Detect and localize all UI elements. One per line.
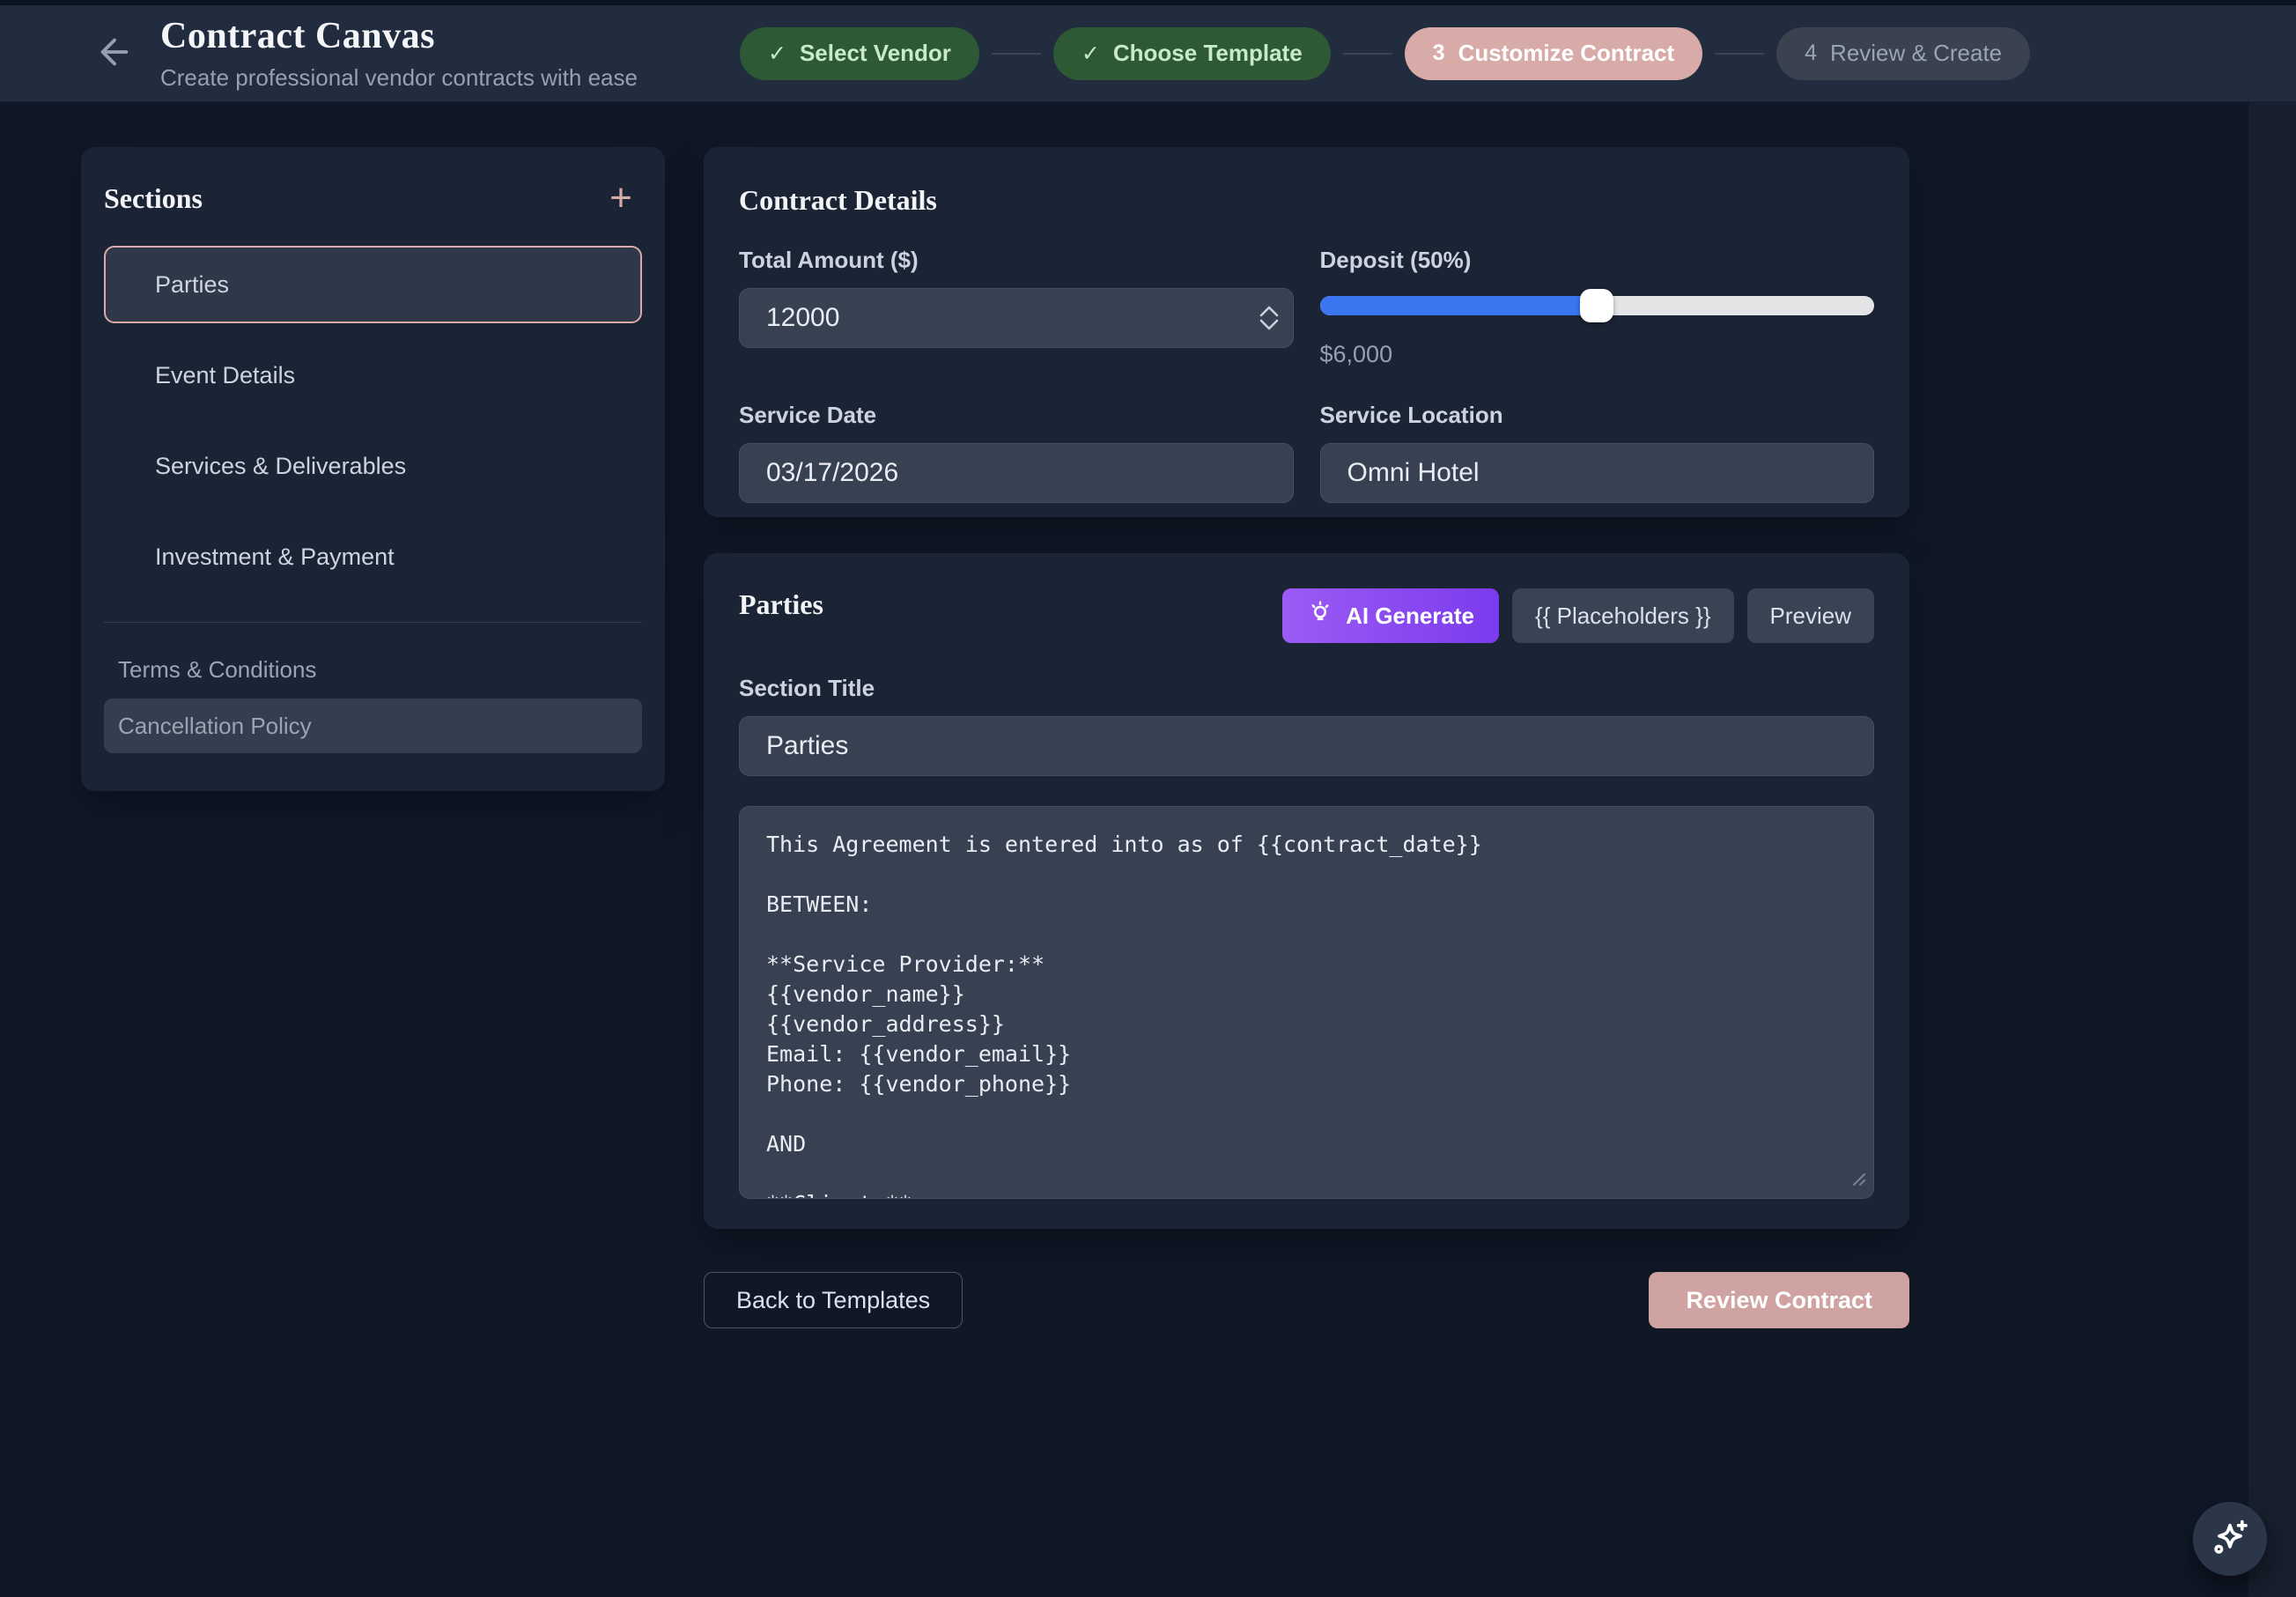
sidebar-item-terms-conditions[interactable]: Terms & Conditions [104, 646, 642, 693]
sidebar-title: Sections [104, 182, 203, 215]
total-amount-input[interactable] [739, 288, 1294, 348]
slider-thumb[interactable] [1580, 289, 1613, 322]
deposit-field: Deposit (50%) $6,000 [1320, 247, 1875, 368]
progress-stepper: ✓ Select Vendor ✓ Choose Template 3 Cust… [740, 27, 2030, 80]
slider-track[interactable] [1320, 296, 1875, 315]
sidebar-item-cancellation-policy[interactable]: Cancellation Policy [104, 699, 642, 753]
add-section-button[interactable]: + [602, 179, 640, 218]
section-title-label: Section Title [739, 675, 1874, 702]
scrollbar-gutter[interactable] [2248, 102, 2296, 1597]
arrow-left-icon [94, 32, 135, 75]
page-subtitle: Create professional vendor contracts wit… [160, 64, 689, 92]
section-content-textarea[interactable]: This Agreement is entered into as of {{c… [739, 806, 1874, 1199]
step-number: 3 [1433, 41, 1445, 66]
plus-icon: + [609, 176, 632, 219]
step-connector [992, 53, 1041, 55]
sidebar-item-label: Terms & Conditions [118, 656, 316, 684]
step-connector [1715, 53, 1764, 55]
sections-sidebar: Sections + Parties Event Details Service… [81, 147, 665, 791]
step-customize-contract[interactable]: 3 Customize Contract [1405, 27, 1702, 80]
service-location-input[interactable] [1320, 443, 1875, 503]
check-icon: ✓ [768, 41, 786, 67]
total-amount-field: Total Amount ($) [739, 247, 1294, 368]
chevron-down-icon [1259, 319, 1280, 330]
page-title: Contract Canvas [160, 15, 689, 57]
chevron-up-icon [1259, 306, 1280, 317]
sidebar-item-label: Event Details [155, 362, 295, 389]
contract-details-title: Contract Details [739, 184, 1874, 217]
sidebar-item-services-deliverables[interactable]: Services & Deliverables [104, 427, 642, 505]
number-stepper[interactable] [1259, 306, 1280, 330]
step-number: 4 [1805, 41, 1817, 66]
preview-label: Preview [1770, 603, 1851, 630]
sidebar-item-label: Parties [155, 271, 229, 299]
sidebar-item-investment-payment[interactable]: Investment & Payment [104, 518, 642, 595]
contract-details-card: Contract Details Total Amount ($) Deposi… [704, 147, 1909, 517]
deposit-slider[interactable] [1320, 288, 1875, 323]
ai-generate-button[interactable]: AI Generate [1282, 588, 1499, 643]
step-review-create[interactable]: 4 Review & Create [1776, 27, 2030, 80]
placeholders-label: {{ Placeholders }} [1535, 603, 1711, 630]
deposit-amount: $6,000 [1320, 341, 1875, 368]
ai-generate-label: AI Generate [1346, 603, 1474, 630]
sidebar-item-label: Services & Deliverables [155, 453, 406, 480]
check-icon: ✓ [1082, 41, 1100, 67]
step-select-vendor[interactable]: ✓ Select Vendor [740, 27, 979, 80]
step-label: Select Vendor [800, 40, 951, 67]
service-date-field: Service Date [739, 402, 1294, 503]
section-editor-title: Parties [739, 588, 823, 621]
sidebar-item-event-details[interactable]: Event Details [104, 336, 642, 414]
lightbulb-icon [1307, 600, 1333, 632]
step-choose-template[interactable]: ✓ Choose Template [1053, 27, 1331, 80]
deposit-label: Deposit (50%) [1320, 247, 1875, 274]
assistant-fab[interactable] [2193, 1502, 2267, 1576]
review-contract-button[interactable]: Review Contract [1649, 1272, 1909, 1328]
placeholders-button[interactable]: {{ Placeholders }} [1512, 588, 1734, 643]
preview-button[interactable]: Preview [1747, 588, 1874, 643]
sidebar-divider [104, 622, 642, 623]
step-label: Choose Template [1113, 40, 1303, 67]
section-title-input[interactable] [739, 716, 1874, 776]
sparkles-icon [2210, 1518, 2250, 1561]
deposit-slider-fill [1320, 296, 1598, 315]
service-date-input[interactable] [739, 443, 1294, 503]
section-editor-card: Parties AI Generate {{ [704, 553, 1909, 1229]
service-date-label: Service Date [739, 402, 1294, 429]
sidebar-item-label: Investment & Payment [155, 543, 395, 571]
sidebar-item-label: Cancellation Policy [118, 713, 312, 740]
service-location-field: Service Location [1320, 402, 1875, 503]
section-list: Parties Event Details Services & Deliver… [104, 246, 642, 595]
step-connector [1343, 53, 1392, 55]
main-content: Contract Details Total Amount ($) Deposi… [704, 147, 1909, 1328]
back-to-templates-button[interactable]: Back to Templates [704, 1272, 963, 1328]
back-button[interactable] [88, 27, 141, 80]
total-amount-label: Total Amount ($) [739, 247, 1294, 274]
sidebar-item-parties[interactable]: Parties [104, 246, 642, 323]
service-location-label: Service Location [1320, 402, 1875, 429]
step-label: Customize Contract [1458, 40, 1675, 67]
app-header: Contract Canvas Create professional vend… [0, 5, 2296, 102]
step-label: Review & Create [1830, 40, 2002, 67]
